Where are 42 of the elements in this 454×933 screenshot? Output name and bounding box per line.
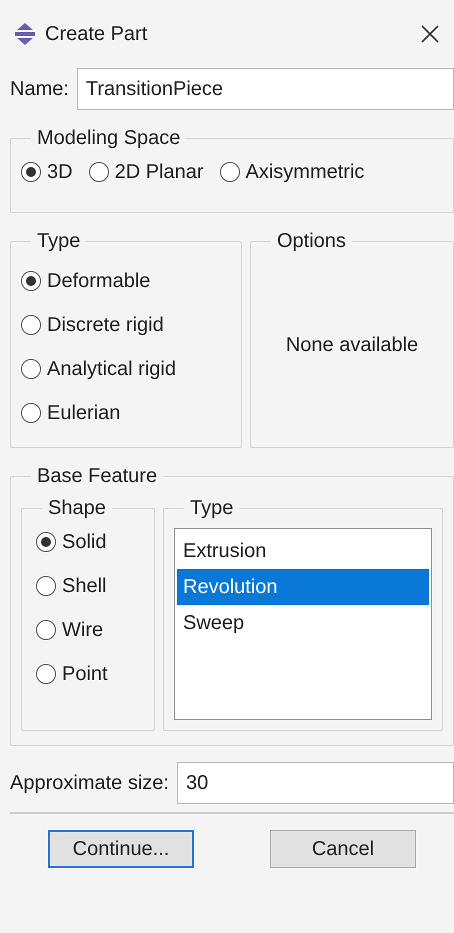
radio-button[interactable] xyxy=(36,532,56,552)
radio-label[interactable]: Wire xyxy=(62,608,104,652)
field-label: Name: xyxy=(10,77,69,102)
list-item[interactable]: Sweep xyxy=(177,605,429,641)
group-title: Options xyxy=(276,229,347,253)
radio-button[interactable] xyxy=(21,403,41,423)
radio-label[interactable]: Deformable xyxy=(47,259,150,303)
radio-button[interactable] xyxy=(36,620,56,640)
radio-button[interactable] xyxy=(36,664,56,684)
radio-label[interactable]: Eulerian xyxy=(47,391,120,435)
window-title: Create Part xyxy=(45,22,148,47)
dialog-button[interactable]: Continue... xyxy=(48,830,194,868)
part-icon xyxy=(13,23,37,45)
options-message: None available xyxy=(286,333,418,358)
group-title: Base Feature xyxy=(36,464,158,488)
radio-button[interactable] xyxy=(21,315,41,335)
radio-label[interactable]: Point xyxy=(62,652,108,696)
field-label: Approximate size: xyxy=(10,771,169,796)
group-title: Type xyxy=(189,496,234,520)
radio-label[interactable]: Axisymmetric xyxy=(246,150,364,194)
radio-button[interactable] xyxy=(88,162,109,182)
radio-button[interactable] xyxy=(21,162,41,182)
close-icon[interactable] xyxy=(420,24,440,44)
type-list[interactable]: Extrusion Revolution Sweep xyxy=(174,528,432,720)
radio-label[interactable]: Analytical rigid xyxy=(47,347,176,391)
group-title: Modeling Space xyxy=(36,126,182,150)
radio-button[interactable] xyxy=(21,359,41,379)
radio-label[interactable]: Discrete rigid xyxy=(47,303,164,347)
radio-label[interactable]: Shell xyxy=(62,564,106,608)
radio-button[interactable] xyxy=(36,576,56,596)
group-title: Shape xyxy=(47,496,107,520)
name-field[interactable]: TransitionPiece xyxy=(76,68,454,110)
dialog-button[interactable]: Cancel xyxy=(270,830,416,868)
radio-label[interactable]: 3D xyxy=(47,150,73,194)
radio-button[interactable] xyxy=(21,271,41,291)
group-title: Type xyxy=(36,229,82,253)
radio-label[interactable]: 2D Planar xyxy=(114,150,204,194)
radio-label[interactable]: Solid xyxy=(62,520,106,564)
size-field[interactable]: 30 xyxy=(176,762,454,804)
list-item[interactable]: Revolution xyxy=(177,569,429,605)
radio-button[interactable] xyxy=(220,162,240,182)
list-item[interactable]: Extrusion xyxy=(177,533,429,569)
